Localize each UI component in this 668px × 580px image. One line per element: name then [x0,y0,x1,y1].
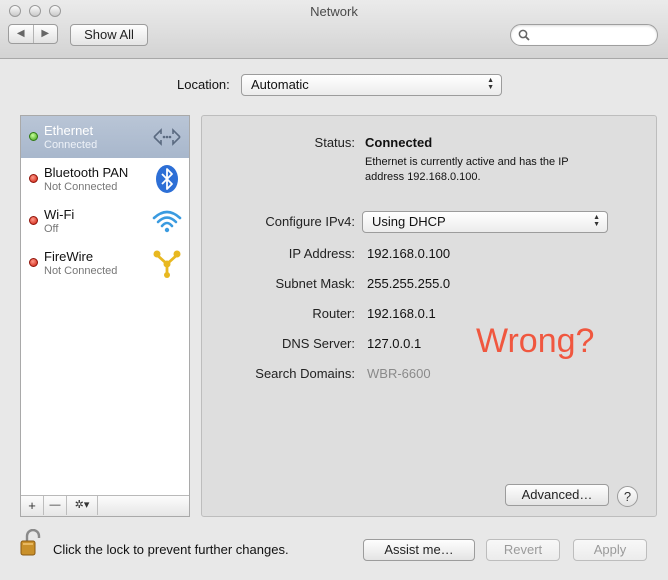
router-label: Router: [312,306,355,321]
service-status: Connected [44,139,98,151]
service-status: Not Connected [44,265,118,277]
configure-ipv4-value: Using DHCP [372,214,446,229]
service-status: Off [44,223,59,235]
back-button[interactable]: ◀ [9,25,33,43]
search-domains-value: WBR-6600 [367,366,431,381]
remove-service-button[interactable]: — [44,496,67,515]
service-name: FireWire [44,249,94,264]
location-label: Location: [177,77,230,92]
service-item-bluetooth-pan[interactable]: Bluetooth PAN Not Connected [21,158,189,200]
status-dot-green [29,132,38,141]
status-description-line-2: address 192.168.0.100. [365,171,481,183]
search-input[interactable] [533,27,653,45]
forward-button[interactable]: ▶ [32,25,58,43]
popup-arrows-icon: ▲ ▼ [487,77,494,91]
lock-icon[interactable] [19,529,43,557]
apply-button[interactable]: Apply [573,539,647,561]
action-menu-button[interactable]: ✲▾ [67,496,98,515]
status-dot-red [29,258,38,267]
status-dot-red [29,174,38,183]
service-name: Bluetooth PAN [44,165,129,180]
subnet-mask-label: Subnet Mask: [275,276,356,291]
bluetooth-icon [156,165,178,193]
location-popup[interactable]: Automatic ▲ ▼ [241,74,502,96]
ip-address-value: 192.168.0.100 [367,246,451,261]
add-service-button[interactable]: + [21,496,44,515]
revert-button[interactable]: Revert [486,539,560,561]
status-label: Status: [314,135,355,150]
advanced-button[interactable]: Advanced… [505,484,609,506]
dns-server-value: 127.0.0.1 [367,336,422,351]
show-all-button[interactable]: Show All [70,24,148,46]
configure-ipv4-label: Configure IPv4: [265,214,355,229]
search-field[interactable] [510,24,658,46]
help-button[interactable]: ? [617,486,638,507]
status-description-line-1: Ethernet is currently active and has the… [365,156,569,168]
wrong-annotation: Wrong? [476,322,595,360]
status-dot-red [29,216,38,225]
title-bar: Network ◀ ▶ Show All [0,0,668,59]
service-status: Not Connected [44,181,118,193]
lock-message: Click the lock to prevent further change… [53,542,289,557]
dns-server-label: DNS Server: [282,336,355,351]
ip-address-label: IP Address: [288,246,355,261]
location-value: Automatic [251,77,309,92]
back-forward-control: ◀ ▶ [8,24,58,44]
magnifier-icon [518,29,530,41]
popup-arrows-icon: ▲ ▼ [593,214,600,228]
subnet-mask-value: 255.255.255.0 [367,276,451,291]
window-title: Network [310,4,358,19]
status-value: Connected [365,135,433,150]
service-list-controls: + — ✲▾ [21,495,189,516]
service-name: Wi-Fi [44,207,75,222]
search-domains-label: Search Domains: [255,366,355,381]
configure-ipv4-popup[interactable]: Using DHCP ▲ ▼ [362,211,608,233]
assist-me-button[interactable]: Assist me… [363,539,475,561]
service-name: Ethernet [44,123,94,138]
router-value: 192.168.0.1 [367,306,436,321]
